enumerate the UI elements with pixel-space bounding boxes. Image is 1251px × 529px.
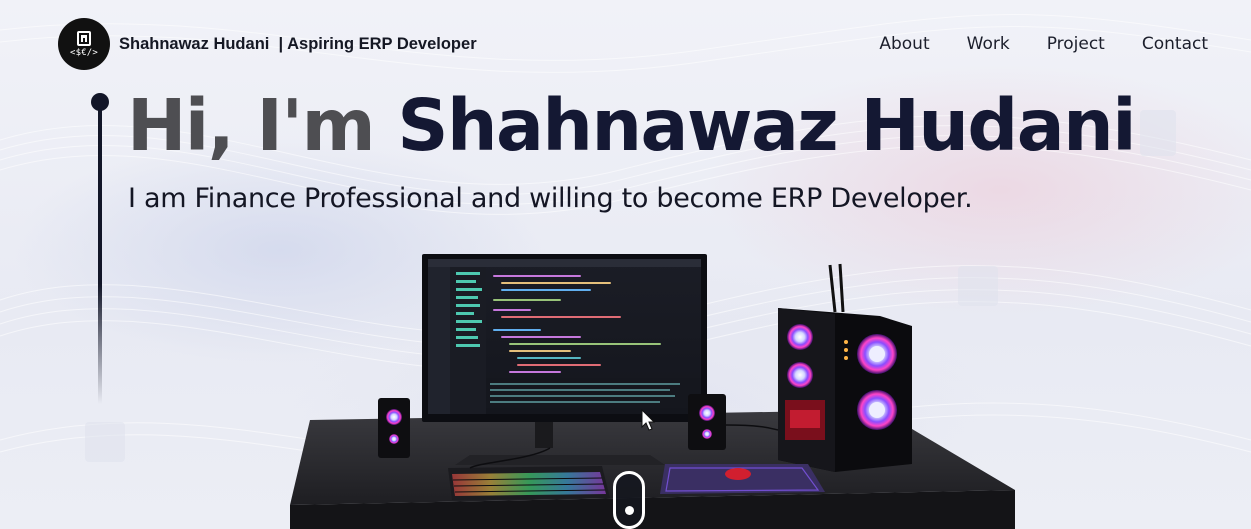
logo-code-text: <$€/> [69,47,99,58]
nav-link-contact[interactable]: Contact [1142,34,1208,54]
hero-title: Hi, I'm Shahnawaz Hudani [127,84,1137,167]
main-nav: About Work Project Contact [879,34,1208,54]
mouse-scroll-icon[interactable] [613,471,645,529]
desk-setup-illustration [290,254,1015,529]
timeline-line [98,104,102,404]
mousepad [660,464,825,494]
keyboard [448,466,610,500]
monitor [422,254,707,422]
site-header: <$€/> Shahnawaz Hudani | Aspiring ERP De… [58,18,1208,70]
brand-title: Shahnawaz Hudani | Aspiring ERP Develope… [119,34,477,53]
brand[interactable]: <$€/> Shahnawaz Hudani | Aspiring ERP De… [58,18,477,70]
nav-link-work[interactable]: Work [967,34,1010,54]
nav-link-about[interactable]: About [879,34,929,54]
right-speaker [688,394,726,450]
desk-setup-3d-scene[interactable] [280,250,1040,529]
pc-tower [778,263,912,472]
calculator-code-icon[interactable]: <$€/> [58,18,110,70]
calculator-glyph [77,30,91,46]
scroll-wheel-dot [625,506,634,515]
hero-name: Shahnawaz Hudani [397,84,1136,167]
hero-greeting: Hi, I'm [127,84,398,167]
hero-subtitle: I am Finance Professional and willing to… [128,183,973,214]
nav-link-project[interactable]: Project [1047,34,1105,54]
left-speaker [378,398,410,458]
